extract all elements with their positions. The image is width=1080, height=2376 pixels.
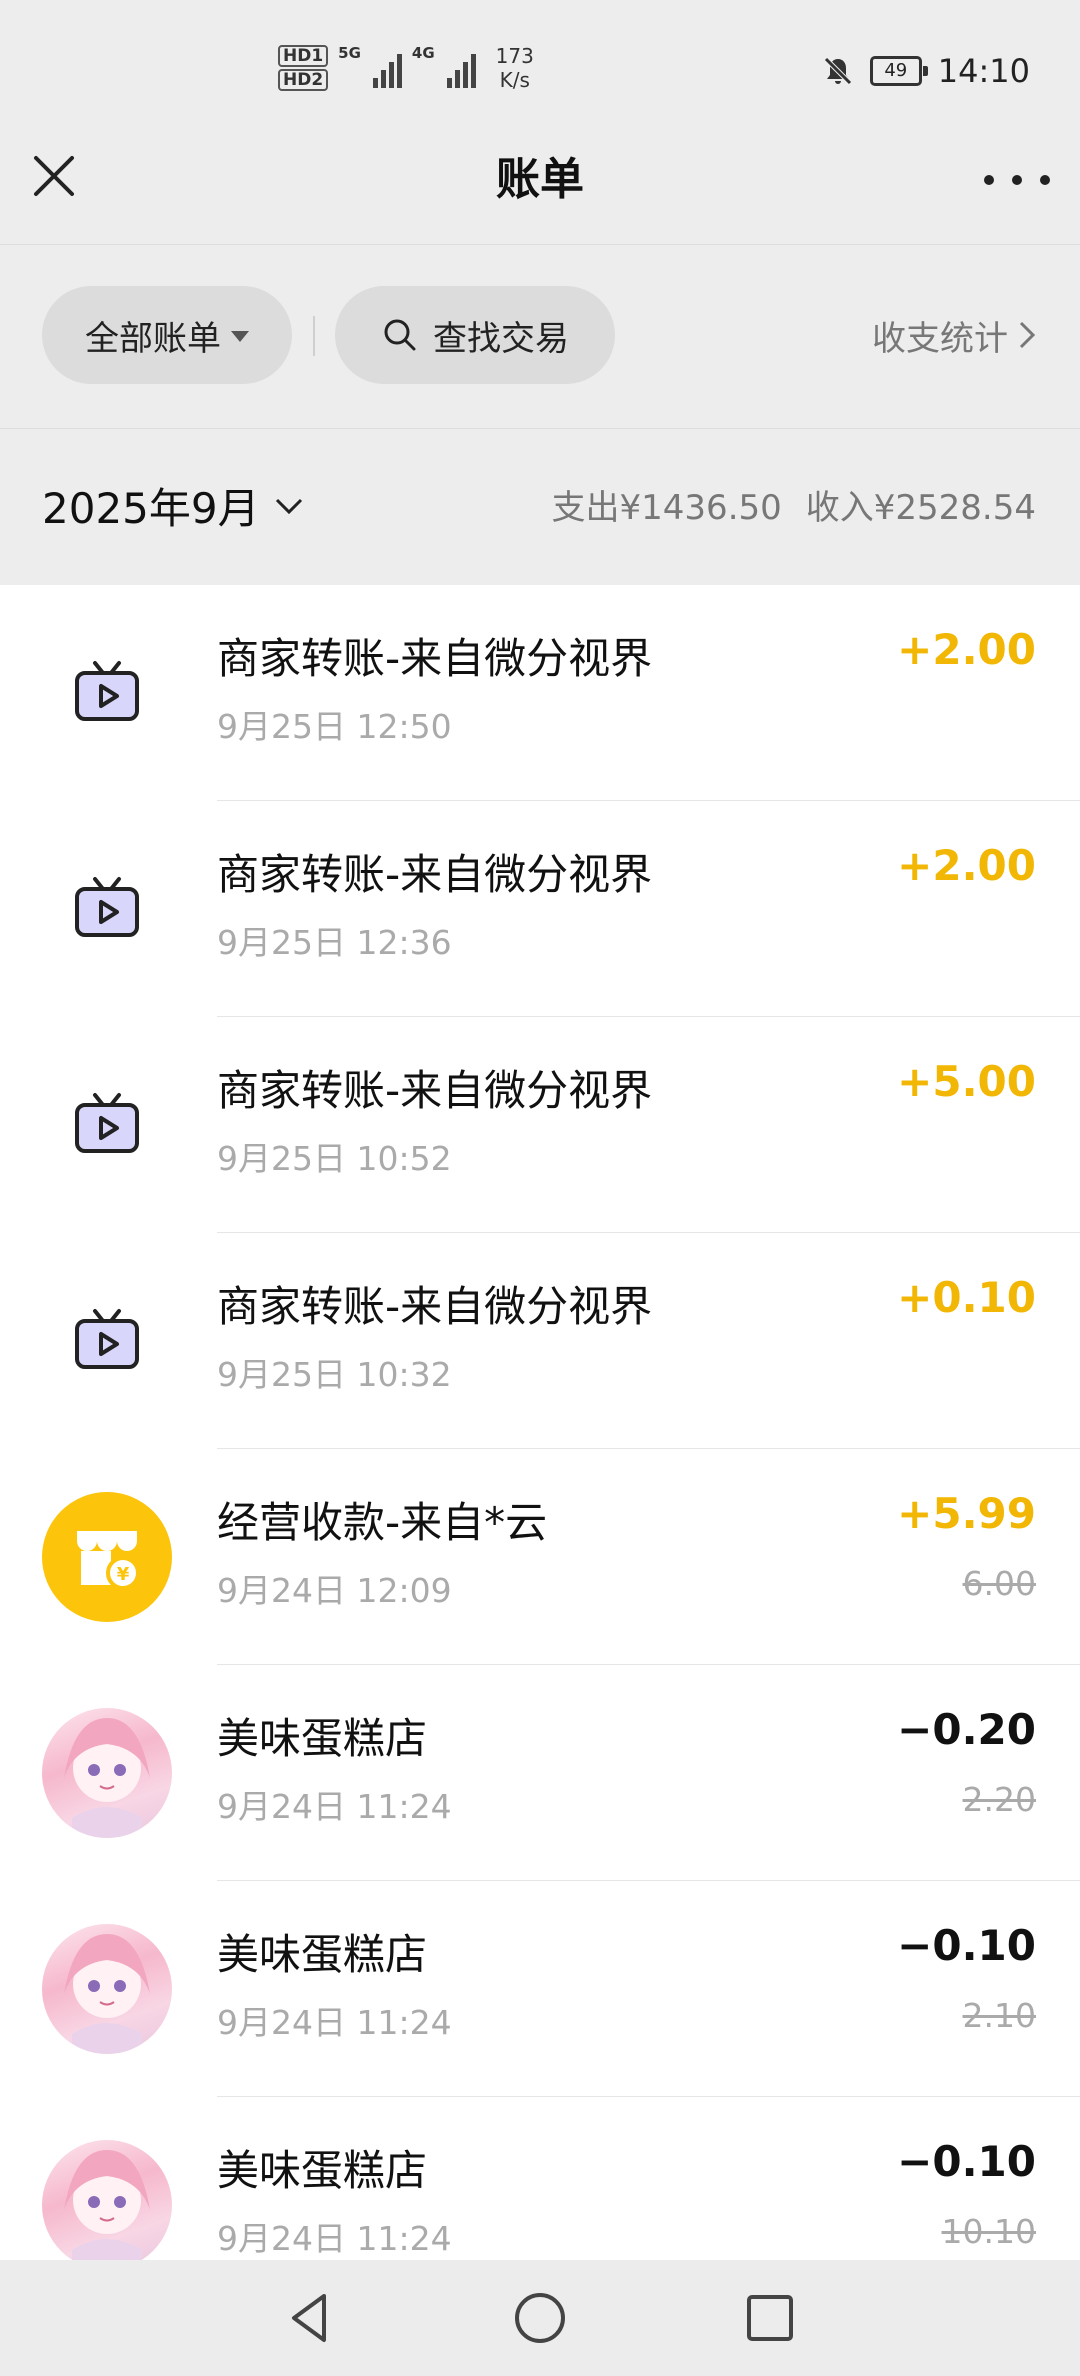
transaction-time: 9月25日 10:52 — [217, 1139, 452, 1178]
transaction-time: 9月24日 11:24 — [217, 2219, 452, 2258]
transaction-amount: −0.20 — [897, 1705, 1036, 1754]
transaction-time: 9月24日 11:24 — [217, 1787, 452, 1826]
transaction-amount: +5.00 — [897, 1057, 1036, 1106]
transaction-row[interactable]: 美味蛋糕店 9月24日 11:24 −0.10 2.10 — [0, 1881, 1080, 2097]
transaction-name: 美味蛋糕店 — [217, 1714, 428, 1763]
transaction-time: 9月24日 11:24 — [217, 2003, 452, 2042]
month-summary: 2025年9月 支出¥1436.50 收入¥2528.54 — [0, 430, 1080, 585]
chevron-down-icon — [275, 498, 302, 514]
hd1-badge: HD1 — [278, 45, 329, 67]
income-expense-stats-link[interactable]: 收支统计 — [872, 286, 1036, 384]
original-amount: 10.10 — [941, 2212, 1036, 2251]
filter-row: 全部账单 查找交易 收支统计 — [0, 286, 1080, 384]
network-indicators: HD1 HD2 5G 4G 173 K/s — [278, 44, 534, 92]
speed-unit: K/s — [499, 68, 530, 92]
avatar — [42, 1924, 172, 2054]
transaction-name: 美味蛋糕店 — [217, 1930, 428, 1979]
tv-play-icon — [42, 844, 172, 974]
net1-label: 5G — [338, 44, 361, 62]
transaction-amount: −0.10 — [897, 1921, 1036, 1970]
section-divider — [0, 428, 1080, 429]
bell-muted-icon — [824, 57, 852, 85]
page-title: 账单 — [496, 154, 584, 205]
recents-icon[interactable] — [740, 2288, 800, 2348]
transaction-list: 商家转账-来自微分视界 9月25日 12:50 +2.00 商家转账-来自微分视界 9月… — [0, 585, 1080, 2260]
search-transaction-button[interactable]: 查找交易 — [335, 286, 615, 384]
transaction-time: 9月25日 12:36 — [217, 923, 452, 962]
expense-total: 支出¥1436.50 — [551, 488, 782, 528]
transaction-amount: +5.99 — [897, 1489, 1036, 1538]
tv-play-icon — [42, 1060, 172, 1190]
stats-label: 收支统计 — [872, 318, 1008, 359]
original-amount: 2.20 — [962, 1780, 1036, 1819]
svg-text:¥: ¥ — [117, 1564, 130, 1585]
avatar — [42, 1708, 172, 1838]
tv-play-icon — [42, 628, 172, 758]
transaction-amount: −0.10 — [897, 2137, 1036, 2186]
transaction-name: 商家转账-来自微分视界 — [217, 634, 653, 683]
status-bar: HD1 HD2 5G 4G 173 K/s 49 14:10 — [0, 0, 1080, 150]
search-icon — [384, 319, 416, 351]
transaction-amount: +2.00 — [897, 841, 1036, 890]
transaction-name: 商家转账-来自微分视界 — [217, 1282, 653, 1331]
transaction-name: 商家转账-来自微分视界 — [217, 850, 653, 899]
transaction-amount: +0.10 — [897, 1273, 1036, 1322]
transaction-name: 经营收款-来自*云 — [217, 1498, 548, 1547]
transaction-row[interactable]: 美味蛋糕店 9月24日 11:24 −0.10 10.10 — [0, 2097, 1080, 2260]
transaction-row[interactable]: 商家转账-来自微分视界 9月25日 10:32 +0.10 — [0, 1233, 1080, 1449]
transaction-row[interactable]: 商家转账-来自微分视界 9月25日 12:50 +2.00 — [0, 585, 1080, 801]
income-total: 收入¥2528.54 — [805, 488, 1036, 528]
transaction-row[interactable]: 美味蛋糕店 9月24日 11:24 −0.20 2.20 — [0, 1665, 1080, 1881]
speed-value: 173 — [495, 44, 534, 68]
transaction-row[interactable]: ¥ 经营收款-来自*云 9月24日 12:09 +5.99 6.00 — [0, 1449, 1080, 1665]
more-options-icon[interactable] — [984, 165, 1050, 195]
avatar — [42, 2140, 172, 2260]
month-label: 2025年9月 — [42, 484, 260, 533]
search-label: 查找交易 — [433, 318, 569, 359]
status-right: 49 14:10 — [822, 52, 1030, 90]
battery-icon: 49 — [869, 56, 928, 86]
transaction-row[interactable]: 商家转账-来自微分视界 9月25日 10:52 +5.00 — [0, 1017, 1080, 1233]
month-totals: 支出¥1436.50 收入¥2528.54 — [552, 480, 1036, 529]
home-icon[interactable] — [510, 2288, 570, 2348]
transaction-row[interactable]: 商家转账-来自微分视界 9月25日 12:36 +2.00 — [0, 801, 1080, 1017]
header-divider — [0, 244, 1080, 245]
filter-separator — [313, 316, 315, 356]
system-nav-bar — [0, 2260, 1080, 2376]
tv-play-icon — [42, 1276, 172, 1406]
transaction-time: 9月25日 12:50 — [217, 707, 452, 746]
back-icon[interactable] — [280, 2288, 340, 2348]
original-amount: 6.00 — [962, 1564, 1036, 1603]
all-bills-dropdown[interactable]: 全部账单 — [42, 286, 292, 384]
transaction-name: 美味蛋糕店 — [217, 2146, 428, 2195]
caret-down-icon — [231, 330, 249, 342]
signal-icon-2 — [446, 48, 476, 88]
month-selector[interactable]: 2025年9月 — [42, 475, 304, 536]
signal-icon — [372, 48, 402, 88]
hd2-badge: HD2 — [278, 69, 329, 91]
transaction-name: 商家转账-来自微分视界 — [217, 1066, 653, 1115]
all-bills-label: 全部账单 — [85, 318, 221, 359]
original-amount: 2.10 — [962, 1996, 1036, 2035]
network-speed: 173 K/s — [496, 44, 534, 92]
transaction-time: 9月25日 10:32 — [217, 1355, 452, 1394]
clock: 14:10 — [937, 52, 1030, 90]
hd-indicator: HD1 HD2 — [278, 45, 329, 91]
chevron-right-icon — [1019, 321, 1036, 349]
transaction-time: 9月24日 12:09 — [217, 1571, 452, 1610]
net2-label: 4G — [411, 44, 435, 62]
transaction-amount: +2.00 — [897, 625, 1036, 674]
shop-yuan-icon: ¥ — [42, 1492, 172, 1622]
